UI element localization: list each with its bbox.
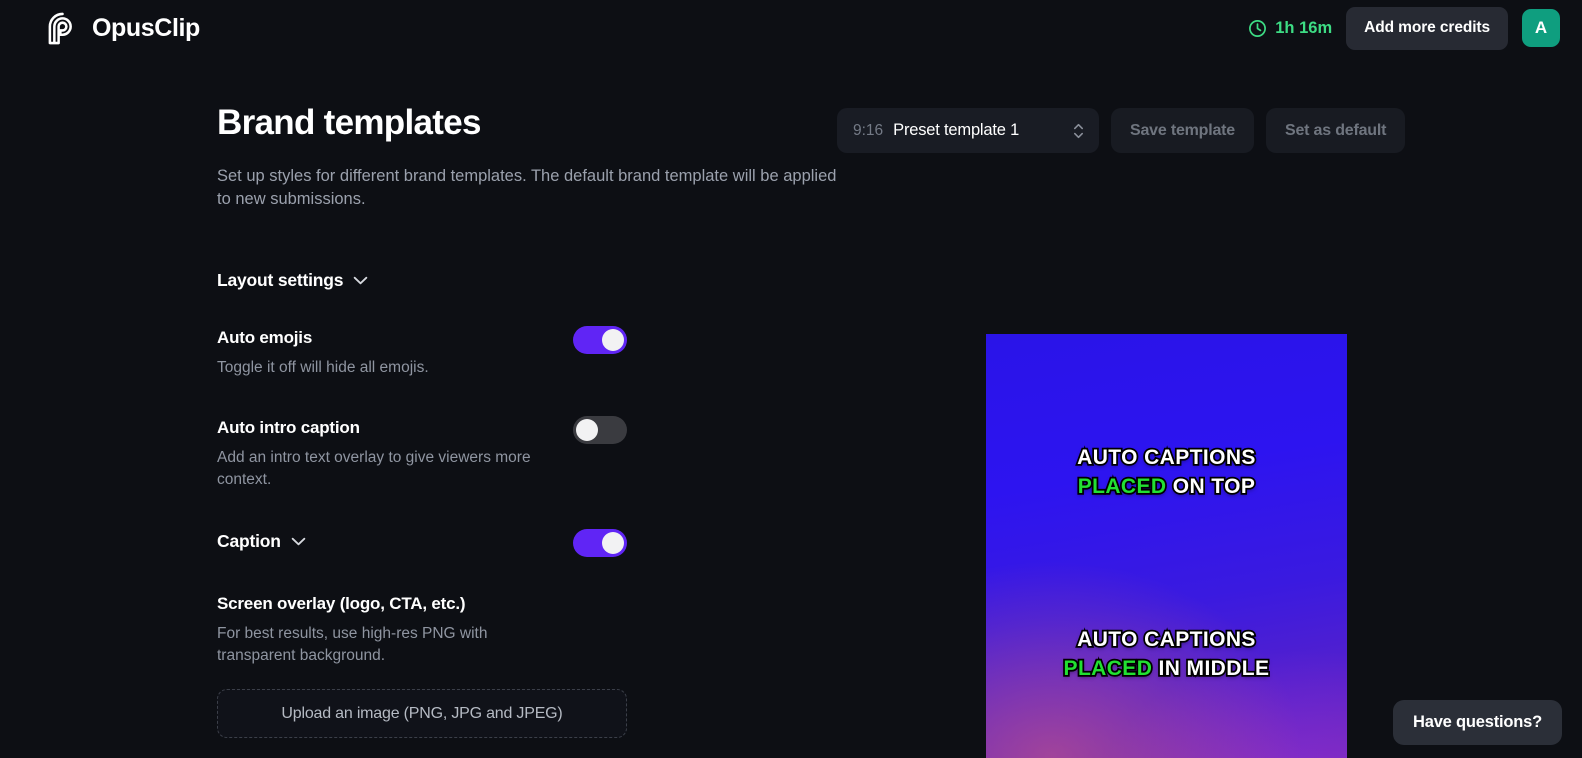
clock-icon [1248,19,1267,38]
page-header: Brand templates Set up styles for differ… [217,103,877,212]
template-selected-name: Preset template 1 [893,121,1020,139]
settings-panel: Layout settings Auto emojis Toggle it of… [217,270,627,738]
brand-logo[interactable]: OpusClip [46,12,200,45]
toggle-knob [576,419,598,441]
toggle-knob [602,329,624,351]
caption-line-1: AUTO CAPTIONS [1075,626,1257,653]
setting-auto-emojis: Auto emojis Toggle it off will hide all … [217,326,627,379]
chevron-down-icon[interactable] [291,537,306,546]
save-template-button[interactable]: Save template [1111,108,1255,153]
setting-auto-intro-caption: Auto intro caption Add an intro text ove… [217,416,627,491]
stepper-up-down-icon[interactable] [1072,118,1085,144]
caption-highlight: PLACED [1062,655,1154,682]
page-title: Brand templates [217,103,481,142]
auto-emojis-label: Auto emojis [217,328,313,347]
video-preview[interactable]: AUTO CAPTIONS PLACED ON TOP AUTO CAPTION… [986,334,1347,758]
page-subtitle: Set up styles for different brand templa… [217,166,837,209]
caption-highlight: PLACED [1076,473,1168,500]
brand-name: OpusClip [92,13,200,42]
credits-balance[interactable]: 1h 16m [1248,19,1332,38]
chevron-down-icon[interactable] [353,276,368,285]
caption-preview-top: AUTO CAPTIONS PLACED ON TOP [986,444,1347,502]
auto-intro-caption-label: Auto intro caption [217,418,360,437]
template-toolbar: 9:16 Preset template 1 Save template Set… [837,108,1406,153]
setting-caption: Caption [217,529,627,557]
add-more-credits-button[interactable]: Add more credits [1346,6,1508,50]
caption-rest: ON TOP [1166,473,1257,500]
layout-settings-title: Layout settings [217,270,344,290]
toggle-knob [602,532,624,554]
auto-emojis-description: Toggle it off will hide all emojis. [217,359,429,376]
credits-time-label: 1h 16m [1275,18,1333,37]
caption-toggle[interactable] [573,529,627,557]
top-bar: OpusClip 1h 16m Add more credits A [0,0,1582,56]
caption-section[interactable]: Caption [217,531,306,552]
template-aspect-ratio: 9:16 [853,121,884,139]
screen-overlay-label: Screen overlay (logo, CTA, etc.) [217,594,466,613]
auto-intro-caption-toggle[interactable] [573,416,627,444]
opusclip-logo-icon [46,12,79,45]
have-questions-button[interactable]: Have questions? [1393,700,1563,745]
template-select[interactable]: 9:16 Preset template 1 [837,108,1099,153]
auto-emojis-toggle[interactable] [573,326,627,354]
caption-title: Caption [217,531,281,551]
layout-settings-section[interactable]: Layout settings [217,270,627,291]
screen-overlay-description: For best results, use high-res PNG with … [217,625,488,664]
caption-preview-middle: AUTO CAPTIONS PLACED IN MIDDLE [986,626,1347,684]
caption-rest: IN MIDDLE [1152,655,1271,682]
top-bar-actions: 1h 16m Add more credits A [1248,6,1560,50]
setting-screen-overlay: Screen overlay (logo, CTA, etc.) For bes… [217,594,627,738]
avatar[interactable]: A [1522,9,1560,47]
auto-intro-caption-description: Add an intro text overlay to give viewer… [217,449,531,488]
set-as-default-button[interactable]: Set as default [1266,108,1406,153]
upload-image-dropzone[interactable]: Upload an image (PNG, JPG and JPEG) [217,689,627,738]
caption-line-1: AUTO CAPTIONS [1075,444,1257,471]
